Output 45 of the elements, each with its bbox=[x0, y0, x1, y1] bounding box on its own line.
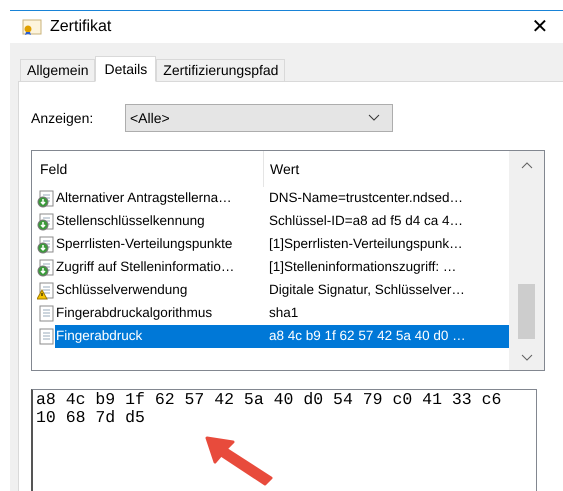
document-download-icon bbox=[37, 212, 55, 230]
show-dropdown[interactable]: <Alle> bbox=[125, 104, 393, 132]
close-button[interactable]: ✕ bbox=[525, 12, 555, 42]
field-value: Digitale Signatur, Schlüsselver… bbox=[268, 281, 465, 300]
field-value: sha1 bbox=[268, 304, 298, 322]
field-name: Fingerabdruckalgorithmus bbox=[55, 304, 214, 322]
field-value: DNS-Name=trustcenter.ndsed… bbox=[268, 189, 463, 208]
tab[interactable]: Details bbox=[95, 56, 156, 82]
annotation-arrow bbox=[205, 436, 275, 486]
scroll-down-icon[interactable] bbox=[520, 354, 532, 362]
document-download-icon bbox=[37, 236, 55, 254]
tab[interactable]: Allgemein bbox=[20, 59, 96, 81]
list-row[interactable]: Sperrlisten-Verteilungspunkte [1]Sperrlisten-Verteilungspunk… bbox=[55, 233, 509, 256]
scroll-up-icon[interactable] bbox=[520, 161, 532, 169]
document-download-icon bbox=[37, 258, 55, 276]
list-row[interactable]: Fingerabdruck a8 4c b9 1f 62 57 42 5a 40 d0 … bbox=[55, 325, 509, 348]
column-header[interactable]: Feld bbox=[32, 151, 264, 187]
value-text: a8 4c b9 1f 62 57 42 5a 40 d0 54 79 c0 41 33 c6 10 68 7d d5 bbox=[36, 391, 502, 427]
list-row[interactable]: Alternativer Antragstellerna… DNS-Name=trustcenter.ndsed… bbox=[55, 187, 509, 210]
list-row[interactable]: Stellenschlüsselkennung Schlüssel-ID=a8 ad f5 d4 ca 4… bbox=[55, 210, 509, 233]
field-name: Fingerabdruck bbox=[55, 327, 144, 346]
list-row[interactable]: Fingerabdruckalgorithmus sha1 bbox=[55, 302, 509, 325]
field-value: [1]Sperrlisten-Verteilungspunk… bbox=[268, 235, 463, 254]
field-value: a8 4c b9 1f 62 57 42 5a 40 d0 … bbox=[268, 327, 466, 346]
field-value: [1]Stelleninformationszugriff: … bbox=[268, 258, 456, 276]
tab[interactable]: Zertifizierungspfad bbox=[156, 59, 286, 81]
field-name: Sperrlisten-Verteilungspunkte bbox=[55, 235, 234, 254]
document-warning-icon bbox=[37, 282, 55, 300]
field-name: Alternativer Antragstellerna… bbox=[55, 189, 233, 208]
field-value: Schlüssel-ID=a8 ad f5 d4 ca 4… bbox=[268, 212, 463, 230]
field-name: Stellenschlüsselkennung bbox=[55, 212, 206, 230]
scrollbar-thumb[interactable] bbox=[518, 284, 535, 339]
window-title: Zertifikat bbox=[50, 17, 112, 37]
list-row[interactable]: Zugriff auf Stelleninformatio… [1]Stelleninformationszugriff: … bbox=[55, 256, 509, 279]
scrollbar[interactable] bbox=[509, 151, 544, 370]
document-icon bbox=[37, 328, 55, 346]
document-icon bbox=[37, 304, 55, 322]
document-download-icon bbox=[37, 190, 55, 208]
list-row[interactable]: Schlüsselverwendung Digitale Signatur, Schlüsselver… bbox=[55, 279, 509, 302]
field-name: Schlüsselverwendung bbox=[55, 281, 188, 300]
field-name: Zugriff auf Stelleninformatio… bbox=[55, 258, 236, 276]
chevron-down-icon bbox=[368, 114, 380, 122]
show-label: Anzeigen: bbox=[31, 108, 94, 128]
column-header[interactable]: Wert bbox=[264, 151, 509, 187]
certificate-icon bbox=[22, 18, 42, 36]
